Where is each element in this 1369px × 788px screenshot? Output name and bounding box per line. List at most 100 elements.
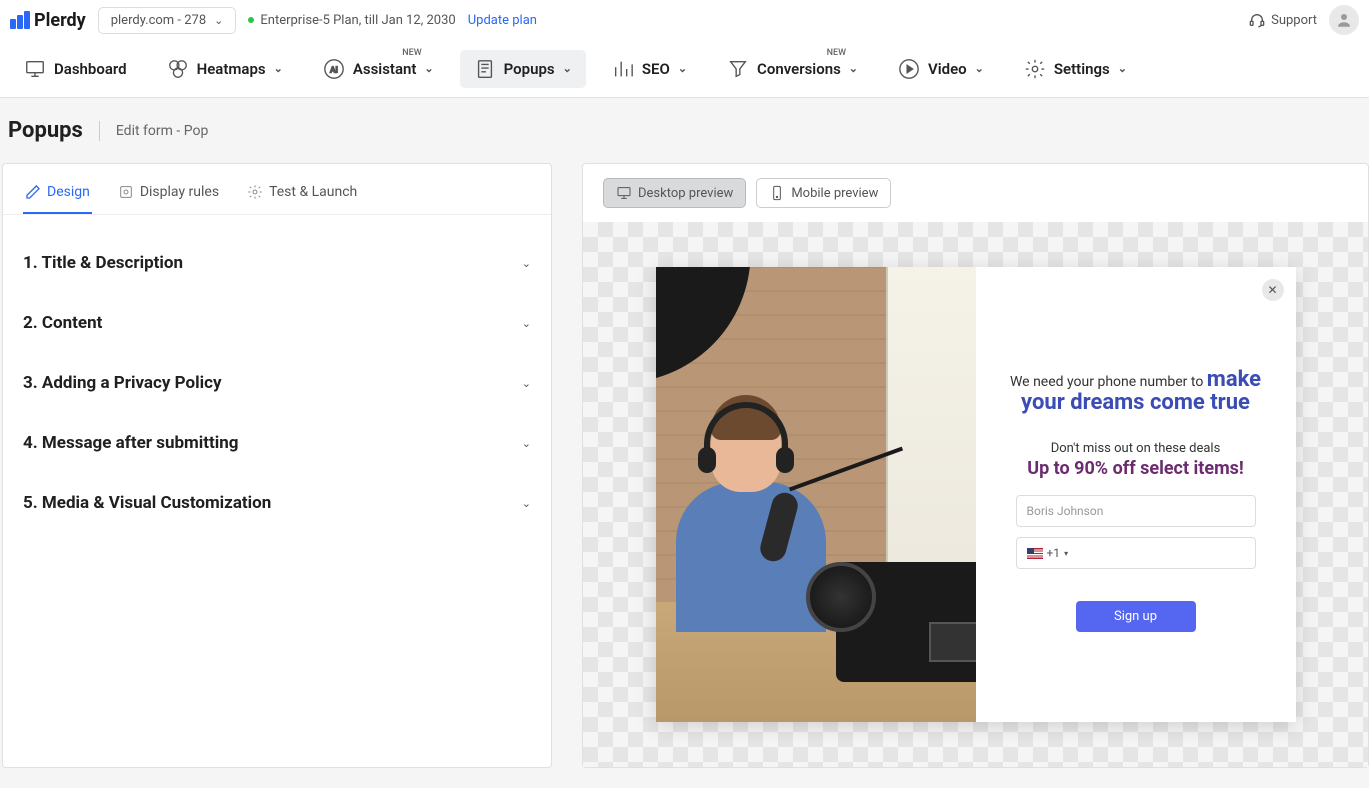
close-icon[interactable]: ✕ — [1262, 279, 1284, 301]
accordion-title-description[interactable]: 1. Title & Description ⌄ — [23, 233, 531, 293]
phone-input[interactable]: +1 ▾ — [1016, 537, 1256, 569]
divider — [99, 121, 100, 141]
editor-tabs: Design Display rules Test & Launch — [3, 164, 551, 215]
nav-label: Settings — [1054, 60, 1110, 78]
play-icon — [898, 58, 920, 80]
chevron-down-icon: ⌄ — [522, 377, 531, 390]
desktop-icon — [616, 185, 632, 201]
tab-label: Display rules — [140, 184, 219, 200]
user-avatar[interactable] — [1329, 5, 1359, 35]
site-selector[interactable]: plerdy.com - 278 ⌄ — [98, 7, 237, 34]
nav-assistant[interactable]: AI Assistant NEW ⌄ — [309, 50, 448, 88]
accordion-media[interactable]: 5. Media & Visual Customization ⌄ — [23, 473, 531, 533]
accordion-message[interactable]: 4. Message after submitting ⌄ — [23, 413, 531, 473]
person-icon — [1335, 11, 1353, 29]
chevron-down-icon: ⌄ — [849, 62, 858, 75]
new-badge: NEW — [402, 48, 421, 58]
mobile-icon — [769, 185, 785, 201]
top-bar: Plerdy plerdy.com - 278 ⌄ Enterprise-5 P… — [0, 0, 1369, 40]
nav-label: Assistant — [353, 60, 417, 78]
tab-label: Test & Launch — [269, 184, 357, 200]
popup-image — [656, 267, 976, 722]
nav-settings[interactable]: Settings ⌄ — [1010, 50, 1141, 88]
chevron-down-icon: ⌄ — [274, 62, 283, 75]
tab-test-launch[interactable]: Test & Launch — [245, 178, 359, 214]
nav-label: Video — [928, 60, 967, 78]
preview-canvas: ✕ We need your phone number to make your… — [583, 222, 1368, 767]
nav-popups[interactable]: Popups ⌄ — [460, 50, 586, 88]
desktop-preview-button[interactable]: Desktop preview — [603, 178, 746, 208]
preview-panel: Desktop preview Mobile preview — [582, 163, 1369, 768]
tab-display-rules[interactable]: Display rules — [116, 178, 221, 214]
popup-body: ✕ We need your phone number to make your… — [976, 267, 1296, 722]
signup-button[interactable]: Sign up — [1076, 601, 1196, 632]
page-header: Popups Edit form - Pop — [0, 98, 1369, 163]
nav-heatmaps[interactable]: Heatmaps ⌄ — [153, 50, 297, 88]
nav-label: Dashboard — [54, 60, 127, 78]
nav-seo[interactable]: SEO ⌄ — [598, 50, 701, 88]
chevron-down-icon: ⌄ — [522, 437, 531, 450]
monitor-icon — [24, 58, 46, 80]
popup-preview: ✕ We need your phone number to make your… — [656, 267, 1296, 722]
popup-subtitle-2: Up to 90% off select items! — [1027, 458, 1244, 479]
support-label: Support — [1271, 13, 1317, 28]
headset-icon — [1249, 12, 1265, 28]
popup-heading-em1: make — [1207, 367, 1261, 392]
ai-icon: AI — [323, 58, 345, 80]
site-selector-label: plerdy.com - 278 — [111, 13, 206, 28]
gear-icon — [1024, 58, 1046, 80]
chevron-down-icon: ⌄ — [678, 62, 687, 75]
pencil-icon — [25, 184, 41, 200]
accordion-content[interactable]: 2. Content ⌄ — [23, 293, 531, 353]
caret-down-icon: ▾ — [1064, 549, 1068, 558]
nav-label: Conversions — [757, 60, 841, 78]
preview-toggle: Desktop preview Mobile preview — [583, 164, 1368, 222]
nav-dashboard[interactable]: Dashboard — [10, 50, 141, 88]
accordion-label: 3. Adding a Privacy Policy — [23, 373, 222, 393]
nav-conversions[interactable]: Conversions NEW ⌄ — [713, 50, 872, 88]
plan-text: Enterprise-5 Plan, till Jan 12, 2030 — [260, 13, 455, 28]
popup-heading-part1: We need your phone number to — [1010, 374, 1207, 390]
tab-label: Design — [47, 184, 90, 200]
toggle-label: Desktop preview — [638, 186, 733, 201]
chevron-down-icon: ⌄ — [522, 497, 531, 510]
chevron-down-icon: ⌄ — [214, 14, 223, 27]
name-input[interactable]: Boris Johnson — [1016, 495, 1256, 527]
status-dot-icon — [248, 17, 254, 23]
breadcrumb: Edit form - Pop — [116, 123, 208, 139]
brand-name: Plerdy — [34, 10, 86, 31]
chevron-down-icon: ⌄ — [522, 317, 531, 330]
page-title: Popups — [8, 118, 83, 143]
tab-design[interactable]: Design — [23, 178, 92, 214]
accordion-privacy[interactable]: 3. Adding a Privacy Policy ⌄ — [23, 353, 531, 413]
popup-heading: We need your phone number to make your d… — [1010, 367, 1261, 415]
funnel-icon — [727, 58, 749, 80]
form-icon — [474, 58, 496, 80]
us-flag-icon — [1027, 548, 1043, 559]
chevron-down-icon: ⌄ — [563, 62, 572, 75]
mobile-preview-button[interactable]: Mobile preview — [756, 178, 891, 208]
editor-panel: Design Display rules Test & Launch 1. Ti… — [2, 163, 552, 768]
chart-icon — [612, 58, 634, 80]
main-nav: Dashboard Heatmaps ⌄ AI Assistant NEW ⌄ … — [0, 40, 1369, 98]
heatmap-icon — [167, 58, 189, 80]
chevron-down-icon: ⌄ — [522, 257, 531, 270]
target-icon — [118, 184, 134, 200]
accordion-label: 4. Message after submitting — [23, 433, 239, 453]
support-link[interactable]: Support — [1249, 12, 1317, 28]
logo-icon — [10, 11, 30, 29]
nav-video[interactable]: Video ⌄ — [884, 50, 998, 88]
nav-label: Heatmaps — [197, 60, 266, 78]
accordion-label: 1. Title & Description — [23, 253, 183, 273]
nav-label: Popups — [504, 60, 555, 78]
content: Design Display rules Test & Launch 1. Ti… — [0, 163, 1369, 788]
svg-text:AI: AI — [330, 65, 338, 75]
accordion: 1. Title & Description ⌄ 2. Content ⌄ 3.… — [3, 215, 551, 551]
nav-label: SEO — [642, 60, 670, 78]
popup-subtitle-1: Don't miss out on these deals — [1051, 441, 1221, 456]
logo[interactable]: Plerdy — [10, 10, 86, 31]
gear-icon — [247, 184, 263, 200]
plan-info: Enterprise-5 Plan, till Jan 12, 2030 — [248, 13, 455, 28]
update-plan-link[interactable]: Update plan — [468, 13, 537, 28]
popup-heading-em2: your dreams come true — [1010, 390, 1261, 415]
